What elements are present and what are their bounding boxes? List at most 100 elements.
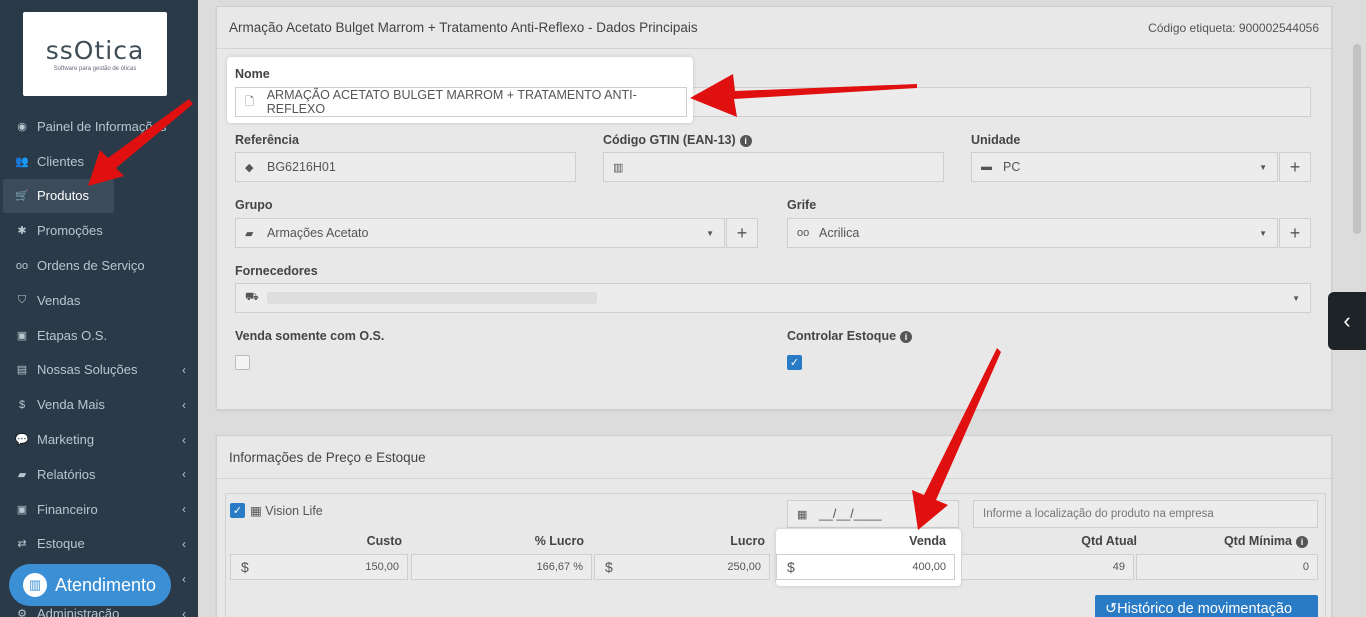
atendimento-label: Atendimento [55, 574, 157, 595]
exchange-icon: ⇄ [17, 538, 27, 551]
caret-down-icon: ▼ [1259, 162, 1267, 172]
chevron-left-icon: ‹ [182, 606, 186, 617]
dollar-icon: $ [18, 398, 26, 411]
custo-input[interactable]: $150,00 [230, 554, 408, 580]
sidebar-item-promocoes[interactable]: ✱ Promoções [0, 213, 198, 248]
qtd-atual-input[interactable]: 49 [961, 554, 1134, 580]
grupo-value: Armações Acetato [267, 226, 369, 240]
qtd-atual-value: 49 [1112, 561, 1125, 573]
caret-down-icon: ▼ [1259, 228, 1267, 238]
calendar-icon: ▦ [797, 508, 808, 521]
collapse-panel-tab[interactable]: ‹ [1328, 292, 1366, 350]
sidebar-item-label: Estoque [37, 536, 85, 552]
truck-icon: ⛟ [245, 291, 259, 303]
nome-value: ARMAÇÃO ACETATO BULGET MARROM + TRATAMEN… [266, 88, 637, 116]
header-venda: Venda [909, 534, 946, 548]
info-icon[interactable]: i [739, 135, 752, 147]
chevron-left-icon: ‹ [182, 467, 186, 482]
tag-icon: ◆ [245, 161, 254, 174]
glasses-icon: oo [797, 227, 810, 239]
folder-open-icon: ▰ [245, 227, 254, 240]
sidebar-item-marketing[interactable]: 💬 Marketing ‹ [0, 422, 198, 457]
sidebar-item-solucoes[interactable]: ▤ Nossas Soluções ‹ [0, 353, 198, 388]
grife-value: Acrilica [819, 226, 860, 240]
asterisk-icon: ✱ [17, 225, 27, 238]
panel-title: Armação Acetato Bulget Marrom + Tratamen… [229, 20, 698, 35]
sidebar-item-financeiro[interactable]: ▣ Financeiro ‹ [0, 492, 198, 527]
nome-input[interactable]: 🗋 ARMAÇÃO ACETATO BULGET MARROM + TRATAM… [235, 87, 687, 117]
chevron-left-icon: ‹ [182, 432, 186, 447]
book-icon: ▥ [23, 573, 47, 597]
store-name: ▦ Vision Life [250, 503, 323, 518]
custo-value: 150,00 [365, 561, 399, 573]
sidebar-item-clientes[interactable]: 👥 Clientes [0, 144, 198, 179]
logo[interactable]: ssOtica Software para gestão de óticas [23, 12, 167, 96]
grife-select[interactable]: oo Acrilica ▼ [787, 218, 1278, 248]
sidebar-item-ordens[interactable]: oo Ordens de Serviço [0, 248, 198, 283]
venda-input[interactable]: $400,00 [776, 554, 955, 580]
fornecedores-select[interactable]: ⛟ ▼ [235, 283, 1311, 313]
referencia-input[interactable]: ◆ BG6216H01 [235, 152, 576, 182]
lucro-input[interactable]: $250,00 [594, 554, 770, 580]
chevron-left-icon: ‹ [1343, 308, 1351, 333]
atendimento-button[interactable]: ▥ Atendimento [9, 564, 171, 606]
controlar-label-text: Controlar Estoque [787, 329, 897, 343]
folder-icon: ▰ [17, 468, 27, 481]
cog-icon: ⚙ [17, 608, 27, 617]
panel-title: Informações de Preço e Estoque [229, 449, 426, 465]
header-lucro: Lucro [730, 534, 765, 548]
sidebar-item-relatorios[interactable]: ▰ Relatórios ‹ [0, 457, 198, 492]
sidebar-item-estoque[interactable]: ⇄ Estoque ‹ [0, 527, 198, 562]
location-input[interactable]: Informe a localização do produto na empr… [973, 500, 1318, 528]
chevron-left-icon: ‹ [182, 362, 186, 377]
sidebar-item-painel[interactable]: ◉ Painel de Informações [0, 109, 198, 144]
date-input[interactable]: ▦ __/__/____ [787, 500, 959, 528]
archive-icon: ▬ [981, 161, 992, 173]
info-icon[interactable]: i [900, 331, 913, 343]
add-unidade-button[interactable]: + [1279, 152, 1311, 182]
main-content: Armação Acetato Bulget Marrom + Tratamen… [198, 0, 1348, 617]
panel-header: Armação Acetato Bulget Marrom + Tratamen… [217, 7, 1331, 49]
venda-os-checkbox[interactable] [235, 355, 250, 370]
header-qtd-minima-text: Qtd Mínima [1223, 534, 1292, 548]
grupo-select[interactable]: ▰ Armações Acetato ▼ [235, 218, 725, 248]
sidebar-item-venda-mais[interactable]: $ Venda Mais ‹ [0, 387, 198, 422]
unidade-value: PC [1003, 160, 1021, 174]
controlar-estoque-checkbox[interactable]: ✓ [787, 355, 802, 370]
unidade-select[interactable]: ▬ PC ▼ [971, 152, 1278, 182]
scrollbar-thumb[interactable] [1353, 44, 1361, 234]
historico-label: Histórico de movimentação [1117, 601, 1293, 617]
sidebar-item-label: Etapas O.S. [37, 327, 108, 343]
qtd-minima-input[interactable]: 0 [1136, 554, 1318, 580]
add-grupo-button[interactable]: + [726, 218, 758, 248]
sidebar-item-produtos[interactable]: 🛒 Produtos [3, 178, 114, 214]
building-icon: ▦ [250, 504, 266, 518]
chevron-left-icon: ‹ [182, 502, 186, 517]
gtin-label-text: Código GTIN (EAN-13) [603, 133, 736, 147]
cart-icon: 🛒 [15, 190, 29, 203]
blurred-value [267, 292, 597, 304]
info-icon[interactable]: i [1296, 536, 1308, 548]
nome-label: Nome [235, 67, 270, 81]
sidebar-menu: ◉ Painel de Informações 👥 Clientes 🛒 Produt… [0, 109, 198, 617]
logo-tagline: Software para gestão de óticas [53, 66, 137, 72]
sidebar-item-vendas[interactable]: ⛉ Vendas [0, 283, 198, 318]
sidebar-item-label: Produtos [37, 188, 90, 204]
caret-down-icon: ▼ [706, 228, 714, 238]
grupo-label: Grupo [235, 198, 273, 212]
unidade-label: Unidade [971, 133, 1021, 147]
dollar-icon: $ [241, 559, 249, 575]
lucro-pct-input[interactable]: 166,67 % [411, 554, 592, 580]
store-checkbox[interactable]: ✓ [230, 503, 245, 518]
add-grife-button[interactable]: + [1279, 218, 1311, 248]
basket-icon: ⛉ [17, 293, 27, 306]
gtin-input[interactable]: ▥ [603, 152, 944, 182]
header-qtd-atual: Qtd Atual [1081, 534, 1137, 548]
sidebar-item-label: Venda Mais [37, 397, 105, 413]
sidebar-item-label: Ordens de Serviço [37, 258, 145, 274]
sidebar-item-label: Administração [37, 606, 120, 617]
historico-button[interactable]: ↺ Histórico de movimentação [1095, 595, 1318, 617]
sidebar-item-label: Financeiro [37, 501, 98, 517]
sidebar-item-etapas[interactable]: ▣ Etapas O.S. [0, 318, 198, 353]
sidebar-item-label: Clientes [37, 153, 84, 169]
